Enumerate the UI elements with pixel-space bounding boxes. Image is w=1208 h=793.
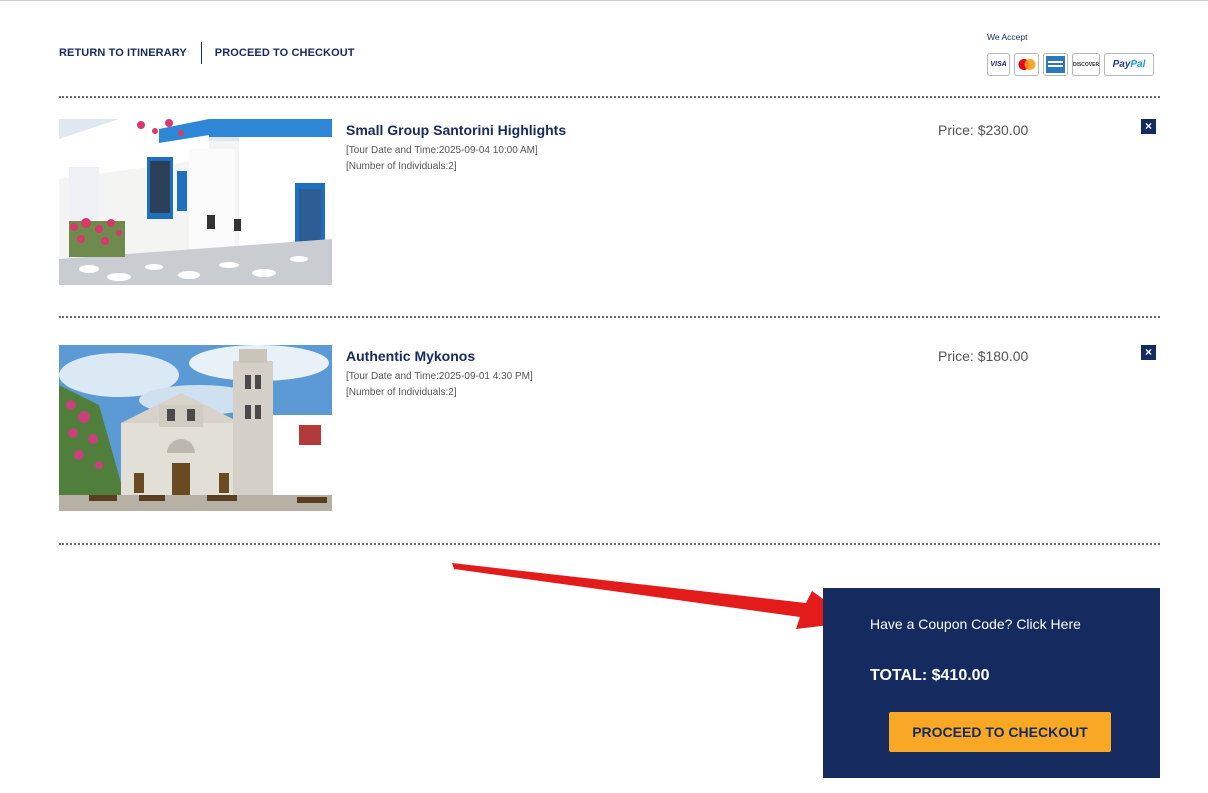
paypal-icon: PayPal (1104, 53, 1154, 76)
divider (59, 96, 1160, 98)
coupon-code-link[interactable]: Have a Coupon Code? Click Here (870, 616, 1081, 632)
mastercard-icon (1014, 53, 1039, 76)
tour-image-mykonos[interactable] (59, 345, 332, 511)
order-total: TOTAL: $410.00 (870, 667, 990, 684)
tour-date: [Tour Date and Time:2025-09-04 10:00 AM] (346, 145, 538, 156)
proceed-to-checkout-link[interactable]: PROCEED TO CHECKOUT (215, 47, 355, 59)
divider (59, 543, 1160, 545)
price-value: $230.00 (977, 122, 1029, 138)
tour-price: Price: $180.00 (938, 348, 1029, 364)
discover-icon: DISCOVER (1072, 53, 1100, 76)
remove-item-button[interactable]: × (1141, 345, 1156, 360)
tour-title[interactable]: Small Group Santorini Highlights (346, 122, 566, 138)
proceed-to-checkout-button[interactable]: PROCEED TO CHECKOUT (889, 712, 1111, 752)
payment-methods: We Accept VISA DISCOVER PayPal (987, 32, 1154, 76)
visa-icon: VISA (987, 53, 1010, 76)
order-summary-panel: Have a Coupon Code? Click Here TOTAL: $4… (823, 588, 1160, 778)
top-border (0, 0, 1208, 1)
remove-item-button[interactable]: × (1141, 119, 1156, 134)
tour-price: Price: $230.00 (938, 122, 1029, 138)
nav-separator (200, 42, 202, 64)
total-value: $410.00 (931, 667, 990, 684)
cart-item: Small Group Santorini Highlights [Tour D… (59, 119, 1160, 285)
tour-individuals: [Number of Individuals:2] (346, 161, 457, 172)
divider (59, 316, 1160, 318)
tour-title[interactable]: Authentic Mykonos (346, 348, 475, 364)
annotation-arrow-icon (452, 563, 855, 629)
we-accept-label: We Accept (987, 32, 1028, 42)
tour-individuals: [Number of Individuals:2] (346, 387, 457, 398)
payment-card-list: VISA DISCOVER PayPal (987, 53, 1154, 76)
tour-date: [Tour Date and Time:2025-09-01 4:30 PM] (346, 371, 533, 382)
return-to-itinerary-link[interactable]: RETURN TO ITINERARY (59, 47, 187, 59)
price-value: $180.00 (977, 348, 1029, 364)
top-navigation: RETURN TO ITINERARY PROCEED TO CHECKOUT (59, 42, 355, 64)
tour-image-santorini[interactable] (59, 119, 332, 285)
amex-icon (1043, 53, 1068, 76)
cart-item: Authentic Mykonos [Tour Date and Time:20… (59, 345, 1160, 511)
